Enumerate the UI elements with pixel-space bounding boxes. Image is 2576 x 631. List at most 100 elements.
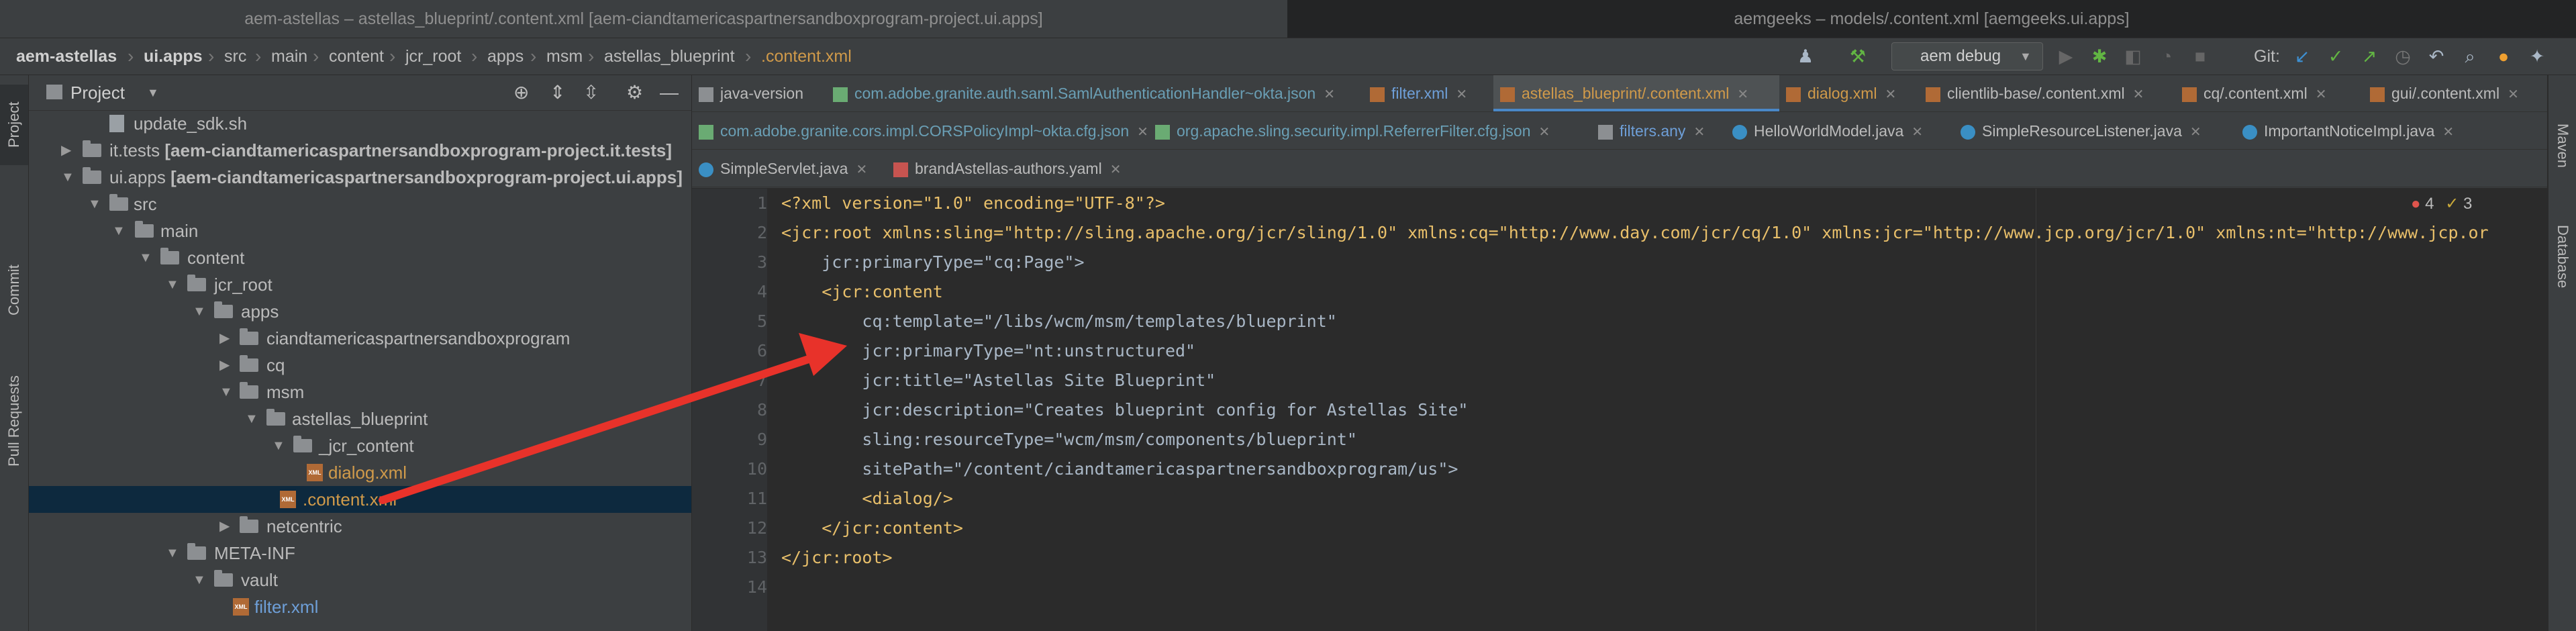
run-config-select[interactable]: aem debug ▼	[1891, 42, 2043, 70]
tree-item[interactable]: ▼ main	[29, 217, 691, 244]
tree-item[interactable]: ▶ ciandtamericaspartnersandboxprogram	[29, 325, 691, 352]
collapse-all-icon[interactable]: ⇳	[583, 75, 599, 110]
editor-tab[interactable]: dialog.xml ✕	[1779, 75, 1919, 111]
close-icon[interactable]: ✕	[1693, 125, 1705, 140]
editor-tab-active[interactable]: astellas_blueprint/.content.xml ✕	[1493, 75, 1779, 111]
chevron-down-icon[interactable]: ▼	[61, 164, 75, 191]
debug-icon[interactable]: ✱	[2087, 44, 2112, 68]
stop-icon[interactable]: ■	[2188, 44, 2212, 68]
close-icon[interactable]: ✕	[2508, 87, 2519, 102]
tree-item[interactable]: XML dialog.xml	[29, 459, 691, 486]
editor-tab[interactable]: filter.xml ✕	[1363, 75, 1493, 111]
gear-icon[interactable]: ⚙	[626, 75, 643, 110]
tree-item[interactable]: ▼ META-INF	[29, 540, 691, 567]
editor-tab[interactable]: java-version	[692, 75, 826, 111]
tree-item[interactable]: ▼ _jcr_content	[29, 432, 691, 459]
editor-tab[interactable]: clientlib-base/.content.xml ✕	[1919, 75, 2175, 111]
close-icon[interactable]: ✕	[2190, 125, 2201, 140]
tree-item[interactable]: ▶ netcentric	[29, 513, 691, 540]
editor-tab[interactable]: brandAstellas-authors.yaml ✕	[887, 150, 1142, 187]
close-icon[interactable]: ✕	[1539, 125, 1550, 140]
close-icon[interactable]: ✕	[1885, 87, 1897, 102]
run-icon[interactable]: ▶	[2054, 44, 2078, 68]
tree-item[interactable]: update_sdk.sh	[29, 110, 691, 137]
search-icon[interactable]: ⌕	[2458, 44, 2482, 68]
close-icon[interactable]: ✕	[2133, 87, 2144, 102]
breadcrumb-item[interactable]: main	[271, 38, 307, 75]
editor-tab[interactable]: HelloWorldModel.java ✕	[1726, 113, 1954, 149]
update-icon[interactable]: ●	[2491, 44, 2516, 68]
chevron-down-icon[interactable]: ▼	[245, 405, 258, 432]
build-icon[interactable]: ⚒	[1846, 44, 1870, 68]
editor-tab[interactable]: SimpleResourceListener.java ✕	[1954, 113, 2236, 149]
chevron-down-icon[interactable]: ▼	[272, 432, 285, 459]
tree-item[interactable]: ▼ jcr_root	[29, 271, 691, 298]
chevron-right-icon[interactable]: ▶	[219, 325, 230, 352]
editor-tab[interactable]: org.apache.sling.security.impl.ReferrerF…	[1148, 113, 1591, 149]
git-push-icon[interactable]: ↗	[2357, 44, 2381, 68]
profile-icon[interactable]: ◔	[2154, 44, 2179, 68]
breadcrumb-item[interactable]: msm	[546, 38, 583, 75]
chevron-down-icon[interactable]: ▼	[166, 540, 179, 567]
tree-item[interactable]: ▶ it.tests [aem-ciandtamericaspartnersan…	[29, 137, 691, 164]
tree-item-selected[interactable]: XML .content.xml	[29, 486, 691, 513]
tree-item[interactable]: ▼ astellas_blueprint	[29, 405, 691, 432]
close-icon[interactable]: ✕	[856, 162, 867, 177]
project-tool-tab[interactable]: Project	[0, 85, 28, 165]
breadcrumb-item[interactable]: ui.apps	[144, 38, 203, 75]
expand-all-icon[interactable]: ⇕	[550, 75, 565, 110]
chevron-down-icon[interactable]: ▼	[112, 217, 126, 244]
chevron-down-icon[interactable]: ▼	[193, 567, 206, 593]
breadcrumb-item[interactable]: aem-astellas	[16, 38, 117, 75]
coverage-icon[interactable]: ◧	[2121, 44, 2145, 68]
tree-item[interactable]: ▼ apps	[29, 298, 691, 325]
editor-tab[interactable]: com.adobe.granite.auth.saml.SamlAuthenti…	[826, 75, 1393, 111]
editor-tab[interactable]: com.adobe.granite.cors.impl.CORSPolicyIm…	[692, 113, 1148, 149]
editor-tab[interactable]: cq/.content.xml ✕	[2175, 75, 2363, 111]
tree-item[interactable]: XML filter.xml	[29, 593, 691, 620]
close-icon[interactable]: ✕	[1737, 87, 1748, 102]
rollback-icon[interactable]: ↶	[2424, 44, 2448, 68]
locate-icon[interactable]: ⊕	[513, 75, 529, 110]
code-editor[interactable]: <?xml version="1.0" encoding="UTF-8"?> <…	[768, 189, 2548, 631]
close-icon[interactable]: ✕	[2442, 125, 2454, 140]
user-icon[interactable]: ♟	[1793, 44, 1818, 68]
chevron-right-icon[interactable]: ▶	[219, 352, 230, 379]
breadcrumb-item[interactable]: content	[329, 38, 384, 75]
database-tool-tab[interactable]: Database	[2548, 209, 2576, 303]
editor-tab[interactable]: ImportantNoticeImpl.java ✕	[2236, 113, 2504, 149]
ide-features-icon[interactable]: ✦	[2525, 44, 2549, 68]
tree-item[interactable]: ▼ msm	[29, 379, 691, 405]
tree-item[interactable]: ▼ vault	[29, 567, 691, 593]
tree-item[interactable]: ▶ cq	[29, 352, 691, 379]
git-commit-icon[interactable]: ✓	[2324, 44, 2348, 68]
chevron-down-icon[interactable]: ▼	[147, 75, 159, 110]
editor-tab[interactable]: gui/.content.xml ✕	[2363, 75, 2547, 111]
breadcrumb-item[interactable]: .content.xml	[761, 38, 852, 75]
close-icon[interactable]: ✕	[1912, 125, 1923, 140]
chevron-right-icon[interactable]: ▶	[219, 513, 230, 540]
close-icon[interactable]: ✕	[1110, 162, 1122, 177]
breadcrumb-item[interactable]: src	[224, 38, 246, 75]
chevron-down-icon[interactable]: ▼	[166, 271, 179, 298]
editor-tab[interactable]: filters.any ✕	[1591, 113, 1726, 149]
chevron-down-icon[interactable]: ▼	[139, 244, 152, 271]
breadcrumb-item[interactable]: apps	[487, 38, 524, 75]
git-update-icon[interactable]: ↙	[2290, 44, 2314, 68]
pull-requests-tool-tab[interactable]: Pull Requests	[0, 357, 28, 485]
chevron-down-icon[interactable]: ▼	[193, 298, 206, 325]
chevron-right-icon[interactable]: ▶	[61, 137, 71, 164]
tree-item[interactable]: ▼ src	[29, 191, 691, 217]
hide-icon[interactable]: —	[660, 75, 679, 110]
close-icon[interactable]: ✕	[1324, 87, 1335, 102]
breadcrumb-item[interactable]: jcr_root	[405, 38, 461, 75]
tree-item[interactable]: ▼ ui.apps [aem-ciandtamericaspartnersand…	[29, 164, 691, 191]
maven-tool-tab[interactable]: Maven	[2548, 109, 2576, 183]
breadcrumb-item[interactable]: astellas_blueprint	[604, 38, 735, 75]
chevron-down-icon[interactable]: ▼	[219, 379, 233, 405]
chevron-down-icon[interactable]: ▼	[88, 191, 101, 217]
close-icon[interactable]: ✕	[1137, 125, 1148, 140]
close-icon[interactable]: ✕	[2316, 87, 2327, 102]
tree-item[interactable]: ▼ content	[29, 244, 691, 271]
inspection-widget[interactable]: ● 4 ✓ 3	[2411, 194, 2472, 214]
